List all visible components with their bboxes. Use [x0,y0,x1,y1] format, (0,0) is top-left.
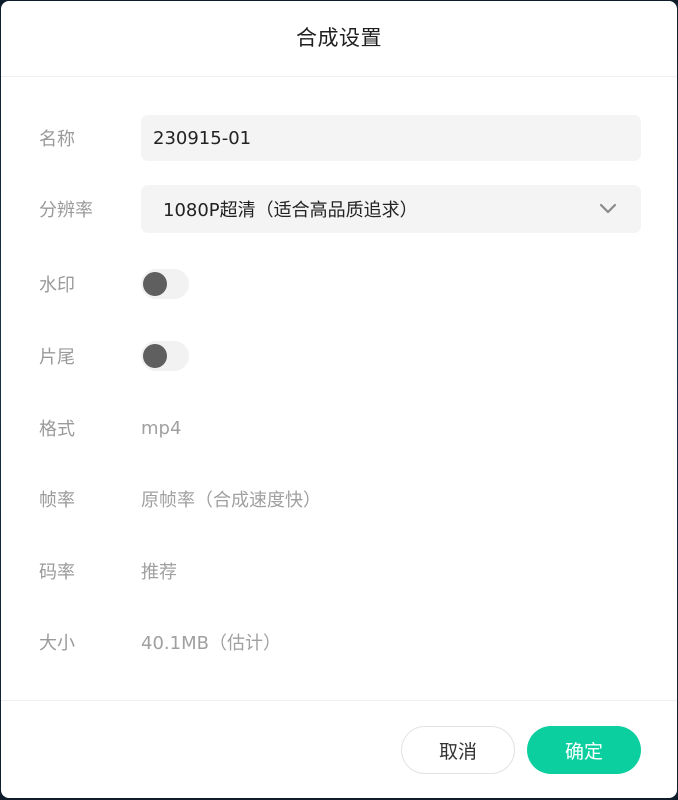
resolution-select[interactable]: 1080P超清（适合高品质追求） [141,185,641,233]
dialog-footer: 取消 确定 [1,700,677,798]
watermark-label: 水印 [39,275,75,296]
confirm-button[interactable]: 确定 [527,726,641,774]
chevron-down-icon [597,198,619,220]
size-row: 大小 40.1MB（估计） [1,618,677,666]
format-row: 格式 mp4 [1,404,677,452]
ending-toggle[interactable] [141,341,189,371]
watermark-toggle[interactable] [141,269,189,299]
framerate-value: 原帧率（合成速度快） [141,490,321,511]
format-label: 格式 [39,419,75,440]
dialog-header: 合成设置 [1,1,677,77]
dialog-title: 合成设置 [296,25,382,50]
name-input[interactable] [141,115,641,161]
framerate-label: 帧率 [39,490,75,511]
toggle-knob [143,344,167,368]
dialog-body: 名称 分辨率 1080P超清（适合高品质追求） 水印 片尾 [1,77,677,700]
ending-label: 片尾 [39,347,75,368]
bitrate-label: 码率 [39,562,75,583]
bitrate-value: 推荐 [141,562,177,583]
watermark-row: 水印 [1,260,677,308]
size-label: 大小 [39,633,75,654]
name-label: 名称 [39,129,75,150]
format-value: mp4 [141,417,182,439]
cancel-button[interactable]: 取消 [401,726,515,774]
resolution-selected-value: 1080P超清（适合高品质追求） [163,200,418,221]
toggle-knob [143,272,167,296]
ending-row: 片尾 [1,332,677,380]
size-value: 40.1MB（估计） [141,633,281,654]
framerate-row: 帧率 原帧率（合成速度快） [1,475,677,523]
bitrate-row: 码率 推荐 [1,547,677,595]
export-settings-dialog: 合成设置 名称 分辨率 1080P超清（适合高品质追求） 水印 [1,1,677,798]
resolution-label: 分辨率 [39,200,93,221]
resolution-row: 分辨率 1080P超清（适合高品质追求） [1,185,677,233]
name-row: 名称 [1,114,677,162]
